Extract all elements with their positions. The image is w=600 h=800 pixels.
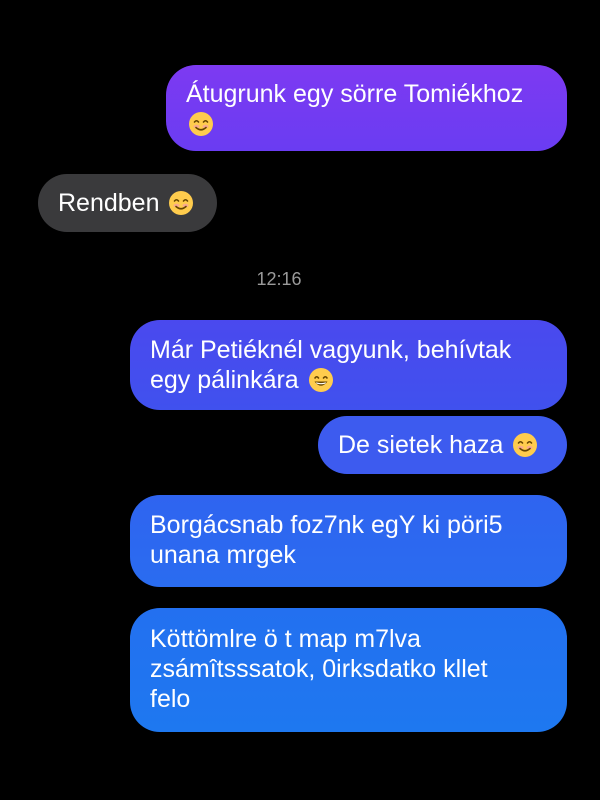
message-text-line: Már Petiéknél vagyunk, behívtak [150, 336, 512, 364]
message-text: egy pálinkára [150, 366, 299, 394]
smiling-face-emoji [168, 190, 194, 216]
message-bubble-outgoing[interactable]: Borgácsnab foz7nk egY ki pöri5 unana mrg… [130, 495, 567, 587]
message-text-line: De sietek haza [338, 430, 547, 460]
message-text: Rendben [58, 189, 160, 217]
message-text-line: egy pálinkára [150, 365, 547, 395]
message-timestamp: 12:16 [256, 269, 302, 289]
smiling-face-emoji [512, 432, 538, 458]
message-bubble-outgoing[interactable]: De sietek haza [318, 416, 567, 474]
message-text-line: Rendben [58, 188, 197, 218]
message-text-line: zsámîtsssatok, 0irksdatko kllet [150, 655, 488, 683]
message-text-line: felo [150, 685, 191, 713]
message-bubble-outgoing[interactable]: Átugrunk egy sörre Tomiékhoz [166, 65, 567, 151]
message-bubble-incoming[interactable]: Rendben [38, 174, 217, 232]
message-text: De sietek haza [338, 431, 504, 459]
message-text-line: Borgácsnab foz7nk egY ki pöri5 [150, 511, 503, 539]
message-text-line: Köttömlre ö t map m7lva [150, 625, 421, 653]
smiling-face-emoji [188, 111, 214, 137]
message-emoji-line [186, 109, 547, 139]
message-bubble-outgoing[interactable]: Köttömlre ö t map m7lva zsámîtsssatok, 0… [130, 608, 567, 732]
message-text-line: unana mrgek [150, 541, 296, 569]
message-text-line: Átugrunk egy sörre Tomiékhoz [186, 80, 524, 108]
message-bubble-outgoing[interactable]: Már Petiéknél vagyunk, behívtak egy páli… [130, 320, 567, 410]
grinning-face-emoji [308, 367, 334, 393]
